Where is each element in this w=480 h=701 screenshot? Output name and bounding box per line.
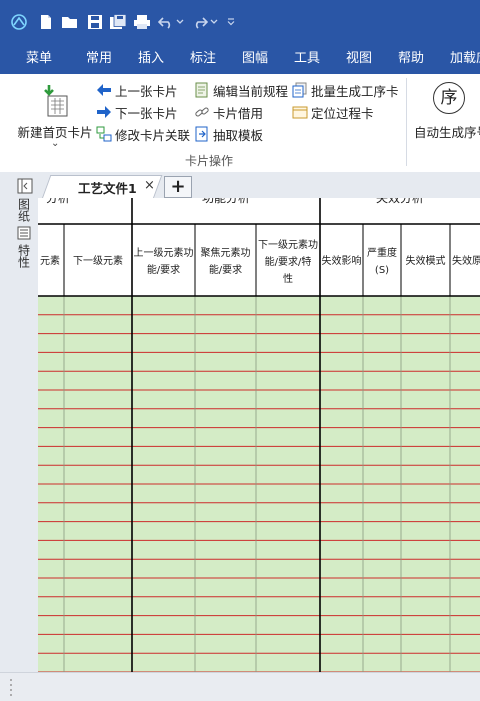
column-header-text: 能/要求 [209, 263, 242, 276]
edit-document-icon [194, 82, 210, 98]
next-card-label: 下一张卡片 [115, 105, 178, 121]
list-icon [17, 226, 33, 240]
group-header-text: 功能分析 [202, 198, 250, 205]
group-header-text: 失效分析 [376, 198, 424, 205]
new-file-icon[interactable] [36, 12, 56, 32]
ribbon-panel: 新建首页卡片 ⌄ 上一张卡片 下一张卡片 修改卡片关联 编辑当前规程 卡片借用 [0, 74, 480, 173]
close-tab-icon[interactable]: × [144, 178, 155, 193]
tab-menu[interactable]: 菜单 [26, 44, 52, 74]
quick-access-toolbar [0, 0, 480, 44]
column-header-text: 严重度 [367, 246, 397, 259]
group-header-text: 分析 [46, 198, 70, 205]
modify-card-link-button[interactable]: 修改卡片关联 [96, 124, 190, 144]
panel-toggle-icon[interactable] [17, 178, 33, 194]
arrow-left-icon [96, 82, 112, 98]
column-header-text: 性 [283, 272, 293, 285]
column-header-text: 上一级元素功 [134, 246, 194, 259]
tab-properties-label: 特性 [16, 244, 31, 268]
edit-current-rule-button[interactable]: 编辑当前规程 [194, 80, 288, 100]
column-header-text: 下一级元素 [73, 254, 123, 267]
extract-template-label: 抽取模板 [213, 127, 264, 143]
fmea-table: 分析 功能分析 失效分析 元素 下一级元素 上一级元素功 能/要求 聚焦元素功 能/要求 下一级元… [38, 198, 480, 672]
document-tab-bar: 工艺文件1 × + [38, 172, 480, 199]
extract-template-button[interactable]: 抽取模板 [194, 124, 263, 144]
batch-generate-label: 批量生成工序卡 [311, 83, 399, 99]
redo-dropdown-icon[interactable] [209, 12, 219, 32]
save-icon[interactable] [86, 12, 104, 32]
auto-generate-seq-label: 自动生成序号 [414, 125, 480, 140]
fmea-grid: 分析 功能分析 失效分析元素 下一级元素上一级元素功能/要求聚焦元素功能/要求下一级元… [38, 198, 480, 672]
batch-cards-icon [292, 82, 308, 98]
tab-help[interactable]: 帮助 [398, 44, 424, 74]
batch-generate-button[interactable]: 批量生成工序卡 [292, 80, 399, 100]
ribbon-group-label: 卡片操作 [184, 154, 233, 168]
link-cards-icon [96, 126, 112, 142]
modify-card-link-label: 修改卡片关联 [115, 127, 191, 143]
redo-icon[interactable] [192, 12, 208, 32]
open-folder-icon[interactable] [60, 12, 80, 32]
extract-template-icon [194, 126, 210, 142]
tab-annotate[interactable]: 标注 [190, 44, 216, 74]
menu-bar: 菜单 常用 插入 标注 图幅 工具 视图 帮助 加载应 [0, 44, 480, 74]
tab-insert[interactable]: 插入 [138, 44, 164, 74]
new-card-icon [40, 84, 70, 121]
borrow-card-button[interactable]: 卡片借用 [194, 102, 263, 122]
prev-card-button[interactable]: 上一张卡片 [96, 80, 178, 100]
locate-process-card-button[interactable]: 定位过程卡 [292, 102, 374, 122]
customize-qat-icon[interactable] [226, 12, 236, 32]
tab-properties[interactable]: 特性 [14, 244, 32, 271]
add-tab-button[interactable]: + [164, 176, 192, 198]
edit-current-rule-label: 编辑当前规程 [213, 83, 289, 99]
document-tab-label: 工艺文件1 [78, 181, 137, 196]
tab-view[interactable]: 视图 [346, 44, 372, 74]
tab-load-app[interactable]: 加载应 [450, 44, 480, 74]
grip-handle-icon[interactable] [8, 677, 16, 697]
undo-icon[interactable] [158, 12, 174, 32]
side-panel-strip: 图纸 特性 [0, 172, 39, 672]
column-header-text: 聚焦元素功 [201, 246, 251, 259]
chevron-down-icon: ⌄ [51, 138, 60, 149]
prev-card-label: 上一张卡片 [115, 83, 178, 99]
column-header-text: 能/要求/特 [265, 255, 312, 268]
tab-drawing[interactable]: 图纸 [14, 198, 32, 225]
locate-process-card-label: 定位过程卡 [311, 105, 374, 121]
tab-common[interactable]: 常用 [86, 44, 112, 74]
chain-link-icon [194, 104, 210, 120]
column-header-text: 元素 [40, 254, 60, 267]
borrow-card-label: 卡片借用 [213, 105, 264, 121]
column-header-text: 下一级元素功 [258, 238, 318, 251]
arrow-right-icon [96, 104, 112, 120]
tab-drawing-label: 图纸 [16, 198, 31, 222]
locate-card-icon [292, 104, 308, 120]
column-header-text: 失效模式 [406, 254, 446, 267]
print-icon[interactable] [132, 12, 152, 32]
save-all-icon[interactable] [108, 12, 128, 32]
sequence-icon: 序 [433, 82, 465, 114]
undo-dropdown-icon[interactable] [175, 12, 185, 32]
plus-icon: + [170, 176, 186, 197]
next-card-button[interactable]: 下一张卡片 [96, 102, 178, 122]
tab-tools[interactable]: 工具 [294, 44, 320, 74]
status-bar [0, 672, 480, 701]
column-header-text: 能/要求 [147, 263, 180, 276]
column-header-text: (S) [375, 265, 389, 276]
new-home-card-button[interactable]: 新建首页卡片 ⌄ [14, 80, 96, 150]
app-logo-icon[interactable] [8, 12, 30, 32]
column-header-text: 失效原 [452, 254, 480, 267]
auto-generate-seq-button[interactable]: 序 自动生成序号 [408, 80, 480, 150]
column-header-text: 失效影响 [322, 254, 362, 267]
tab-sheet[interactable]: 图幅 [242, 44, 268, 74]
